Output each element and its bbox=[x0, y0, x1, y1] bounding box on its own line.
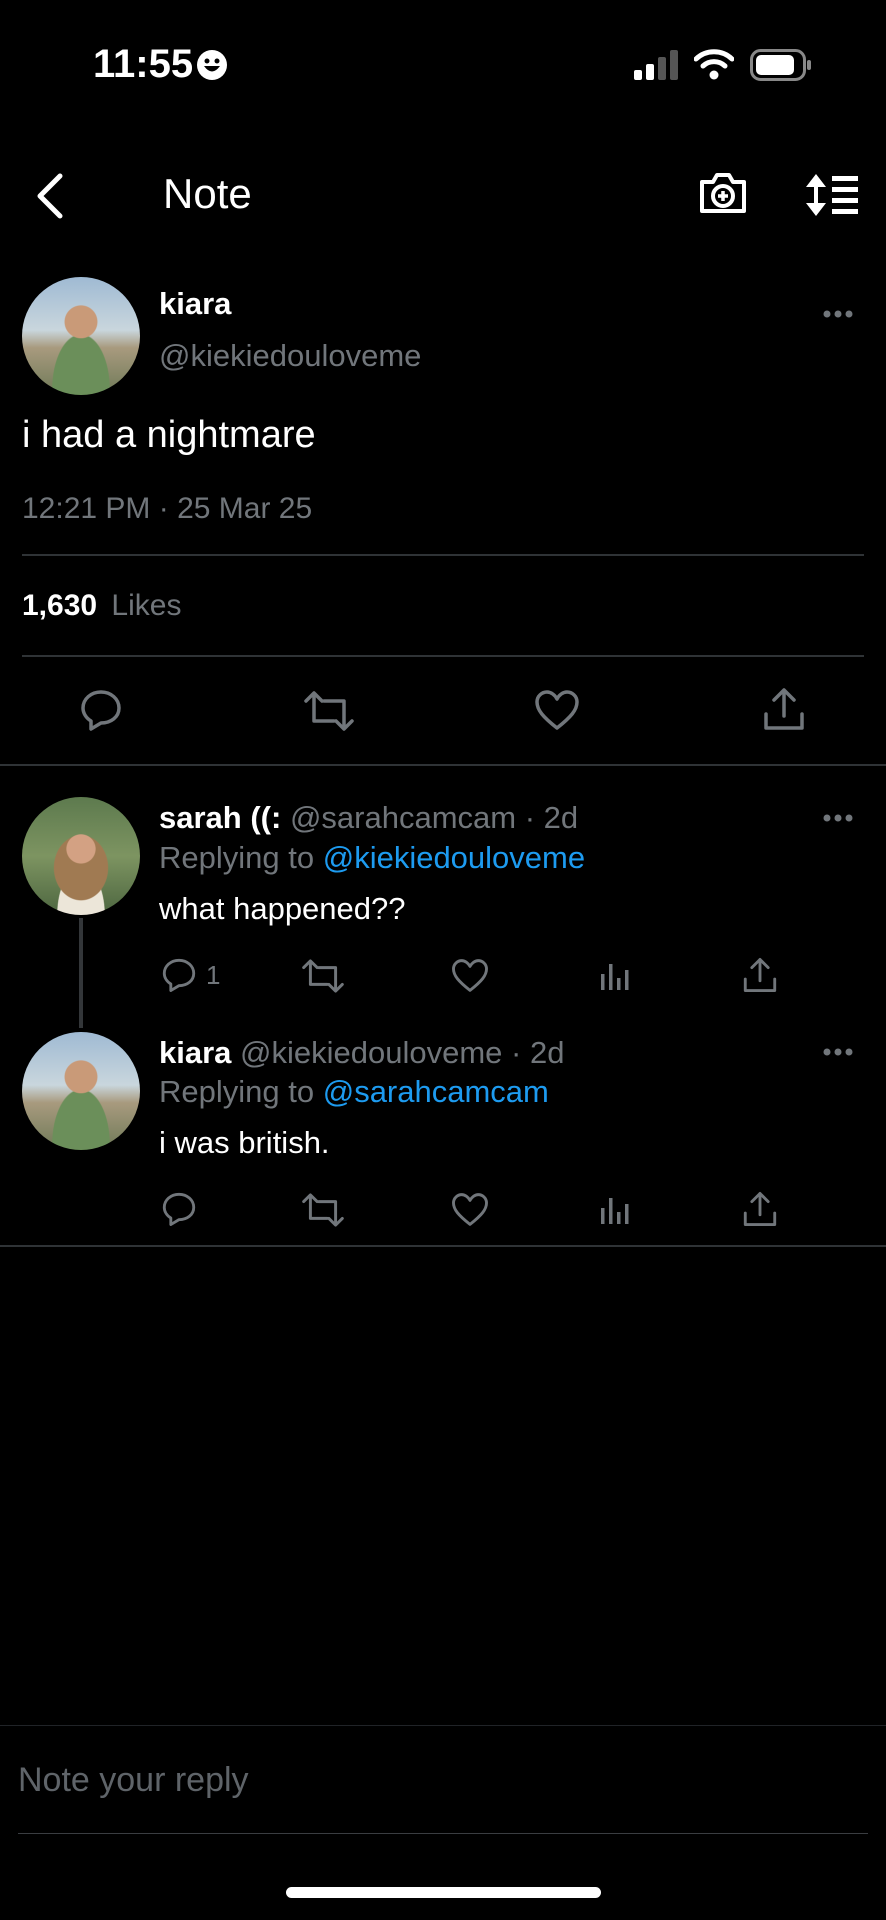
signal-icon bbox=[634, 50, 680, 80]
repost-icon[interactable] bbox=[302, 959, 344, 993]
status-time: 11:55 bbox=[93, 42, 194, 86]
home-indicator bbox=[286, 1887, 601, 1898]
thread-line bbox=[79, 918, 83, 1028]
composer-top-divider bbox=[0, 1725, 886, 1726]
reply-author-name[interactable]: kiara bbox=[159, 1035, 231, 1070]
composer-bottom-divider bbox=[18, 1833, 868, 1834]
smiley-icon bbox=[196, 49, 228, 81]
divider bbox=[22, 655, 864, 657]
post-timestamp: 12:21 PM · 25 Mar 25 bbox=[22, 492, 313, 525]
avatar[interactable] bbox=[22, 277, 140, 395]
avatar[interactable] bbox=[22, 797, 140, 915]
likes-label: Likes bbox=[111, 589, 182, 622]
more-options-icon[interactable] bbox=[822, 309, 854, 319]
reply-icon[interactable] bbox=[79, 688, 123, 732]
more-options-icon[interactable] bbox=[822, 1047, 854, 1057]
like-icon[interactable] bbox=[451, 958, 489, 993]
like-icon[interactable] bbox=[451, 1192, 489, 1227]
divider bbox=[0, 1245, 886, 1247]
reply-text: what happened?? bbox=[159, 891, 406, 926]
back-arrow-icon[interactable] bbox=[32, 172, 66, 220]
replying-to-link[interactable]: @kiekiedouloveme bbox=[323, 840, 585, 875]
repost-icon[interactable] bbox=[304, 691, 354, 731]
share-icon[interactable] bbox=[742, 956, 778, 994]
repost-icon[interactable] bbox=[302, 1193, 344, 1227]
views-icon[interactable] bbox=[599, 960, 631, 992]
share-icon[interactable] bbox=[742, 1190, 778, 1228]
wifi-icon bbox=[694, 48, 734, 80]
like-icon[interactable] bbox=[534, 689, 580, 731]
likes-stat[interactable]: 1,630 Likes bbox=[22, 589, 181, 623]
battery-icon bbox=[750, 49, 812, 81]
replying-to-prefix: Replying to bbox=[159, 840, 315, 875]
reply-input[interactable] bbox=[18, 1752, 858, 1808]
views-icon[interactable] bbox=[599, 1194, 631, 1226]
page-title: Note bbox=[163, 170, 252, 217]
reply-meta: @kiekiedouloveme · 2d bbox=[240, 1035, 565, 1070]
author-name[interactable]: kiara bbox=[159, 286, 231, 322]
status-bar: 11:55 bbox=[0, 0, 886, 110]
reply-icon[interactable] bbox=[161, 957, 197, 993]
sort-list-icon[interactable] bbox=[802, 172, 860, 218]
camera-plus-icon[interactable] bbox=[698, 170, 748, 216]
replying-to-link[interactable]: @sarahcamcam bbox=[323, 1074, 549, 1109]
replying-to: Replying to @sarahcamcam bbox=[159, 1074, 549, 1110]
replying-to: Replying to @kiekiedouloveme bbox=[159, 840, 585, 876]
replying-to-prefix: Replying to bbox=[159, 1074, 315, 1109]
share-icon[interactable] bbox=[762, 686, 806, 732]
reply-header: sarah ((: @sarahcamcam · 2d bbox=[159, 800, 578, 836]
reply-meta: @sarahcamcam · 2d bbox=[289, 800, 579, 835]
divider bbox=[22, 554, 864, 556]
post-text: i had a nightmare bbox=[22, 414, 316, 456]
divider bbox=[0, 764, 886, 766]
reply-author-name[interactable]: sarah ((: bbox=[159, 800, 281, 835]
reply-text: i was british. bbox=[159, 1125, 330, 1160]
reply-icon[interactable] bbox=[161, 1191, 197, 1227]
author-handle[interactable]: @kiekiedouloveme bbox=[159, 338, 421, 374]
reply-count: 1 bbox=[206, 960, 221, 990]
likes-count: 1,630 bbox=[22, 589, 98, 622]
avatar[interactable] bbox=[22, 1032, 140, 1150]
reply-header: kiara @kiekiedouloveme · 2d bbox=[159, 1035, 564, 1071]
more-options-icon[interactable] bbox=[822, 813, 854, 823]
